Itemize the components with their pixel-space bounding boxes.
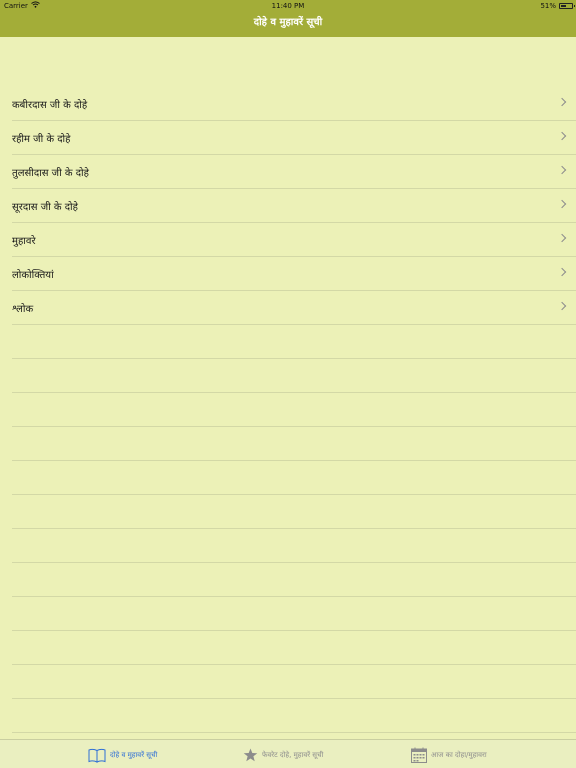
status-right: 51%	[540, 0, 575, 12]
list-item-tulsidas[interactable]: तुलसीदास जी के दोहे	[12, 155, 576, 189]
empty-row-separator	[12, 393, 576, 427]
empty-row-separator	[12, 597, 576, 631]
list-item-label: मुहावरे	[12, 236, 36, 247]
list-item-kabir[interactable]: कबीरदास जी के दोहे	[12, 87, 576, 121]
list-item-label: कबीरदास जी के दोहे	[12, 100, 88, 111]
empty-row-separator	[12, 631, 576, 665]
status-time: 11:40 PM	[271, 2, 305, 10]
battery-level	[561, 5, 567, 7]
list-item-shlok[interactable]: श्लोक	[12, 291, 576, 325]
navigation-bar: दोहे व मुहावरें सूची	[0, 12, 576, 37]
list-item-label: लोकोक्तियां	[12, 270, 54, 281]
list-item-surdas[interactable]: सूरदास जी के दोहे	[12, 189, 576, 223]
list-item-label: सूरदास जी के दोहे	[12, 202, 78, 213]
chevron-right-icon	[557, 301, 567, 311]
book-icon	[88, 748, 106, 763]
tab-favorites[interactable]: फेवरेट दोहे, मुहावरें सूची	[243, 745, 323, 765]
empty-row-separator	[12, 359, 576, 393]
calendar-icon	[411, 747, 427, 763]
page-title: दोहे व मुहावरें सूची	[253, 17, 323, 28]
tab-label: फेवरेट दोहे, मुहावरें सूची	[262, 750, 324, 759]
tab-doha-list[interactable]: दोहे व मुहावरें सूची	[88, 745, 157, 765]
empty-row-separator	[12, 665, 576, 699]
chevron-right-icon	[557, 233, 567, 243]
list-item-label: श्लोक	[12, 304, 34, 315]
battery-icon	[559, 3, 575, 9]
star-icon	[243, 748, 258, 762]
chevron-right-icon	[557, 131, 567, 141]
tab-label: दोहे व मुहावरें सूची	[110, 750, 158, 759]
list-item-label: तुलसीदास जी के दोहे	[12, 168, 89, 179]
status-bar: Carrier 11:40 PM 51%	[0, 0, 576, 12]
list-item-muhavare[interactable]: मुहावरे	[12, 223, 576, 257]
list-item-rahim[interactable]: रहीम जी के दोहे	[12, 121, 576, 155]
empty-row-separator	[12, 427, 576, 461]
empty-row-separator	[12, 461, 576, 495]
battery-percent: 51%	[540, 2, 556, 10]
chevron-right-icon	[557, 97, 567, 107]
tab-label: आज का दोहा/मुहावरा	[431, 750, 487, 759]
empty-row-separator	[12, 325, 576, 359]
category-list: कबीरदास जी के दोहे रहीम जी के दोहे तुलसी…	[0, 87, 576, 733]
empty-row-separator	[12, 699, 576, 733]
empty-row-separator	[12, 495, 576, 529]
list-item-lokoktiyan[interactable]: लोकोक्तियां	[12, 257, 576, 291]
tab-today[interactable]: आज का दोहा/मुहावरा	[411, 745, 487, 765]
tab-bar: दोहे व मुहावरें सूची फेवरेट दोहे, मुहावर…	[0, 739, 576, 768]
empty-row-separator	[12, 529, 576, 563]
list-item-label: रहीम जी के दोहे	[12, 134, 71, 145]
chevron-right-icon	[557, 267, 567, 277]
empty-row-separator	[12, 563, 576, 597]
chevron-right-icon	[557, 165, 567, 175]
chevron-right-icon	[557, 199, 567, 209]
